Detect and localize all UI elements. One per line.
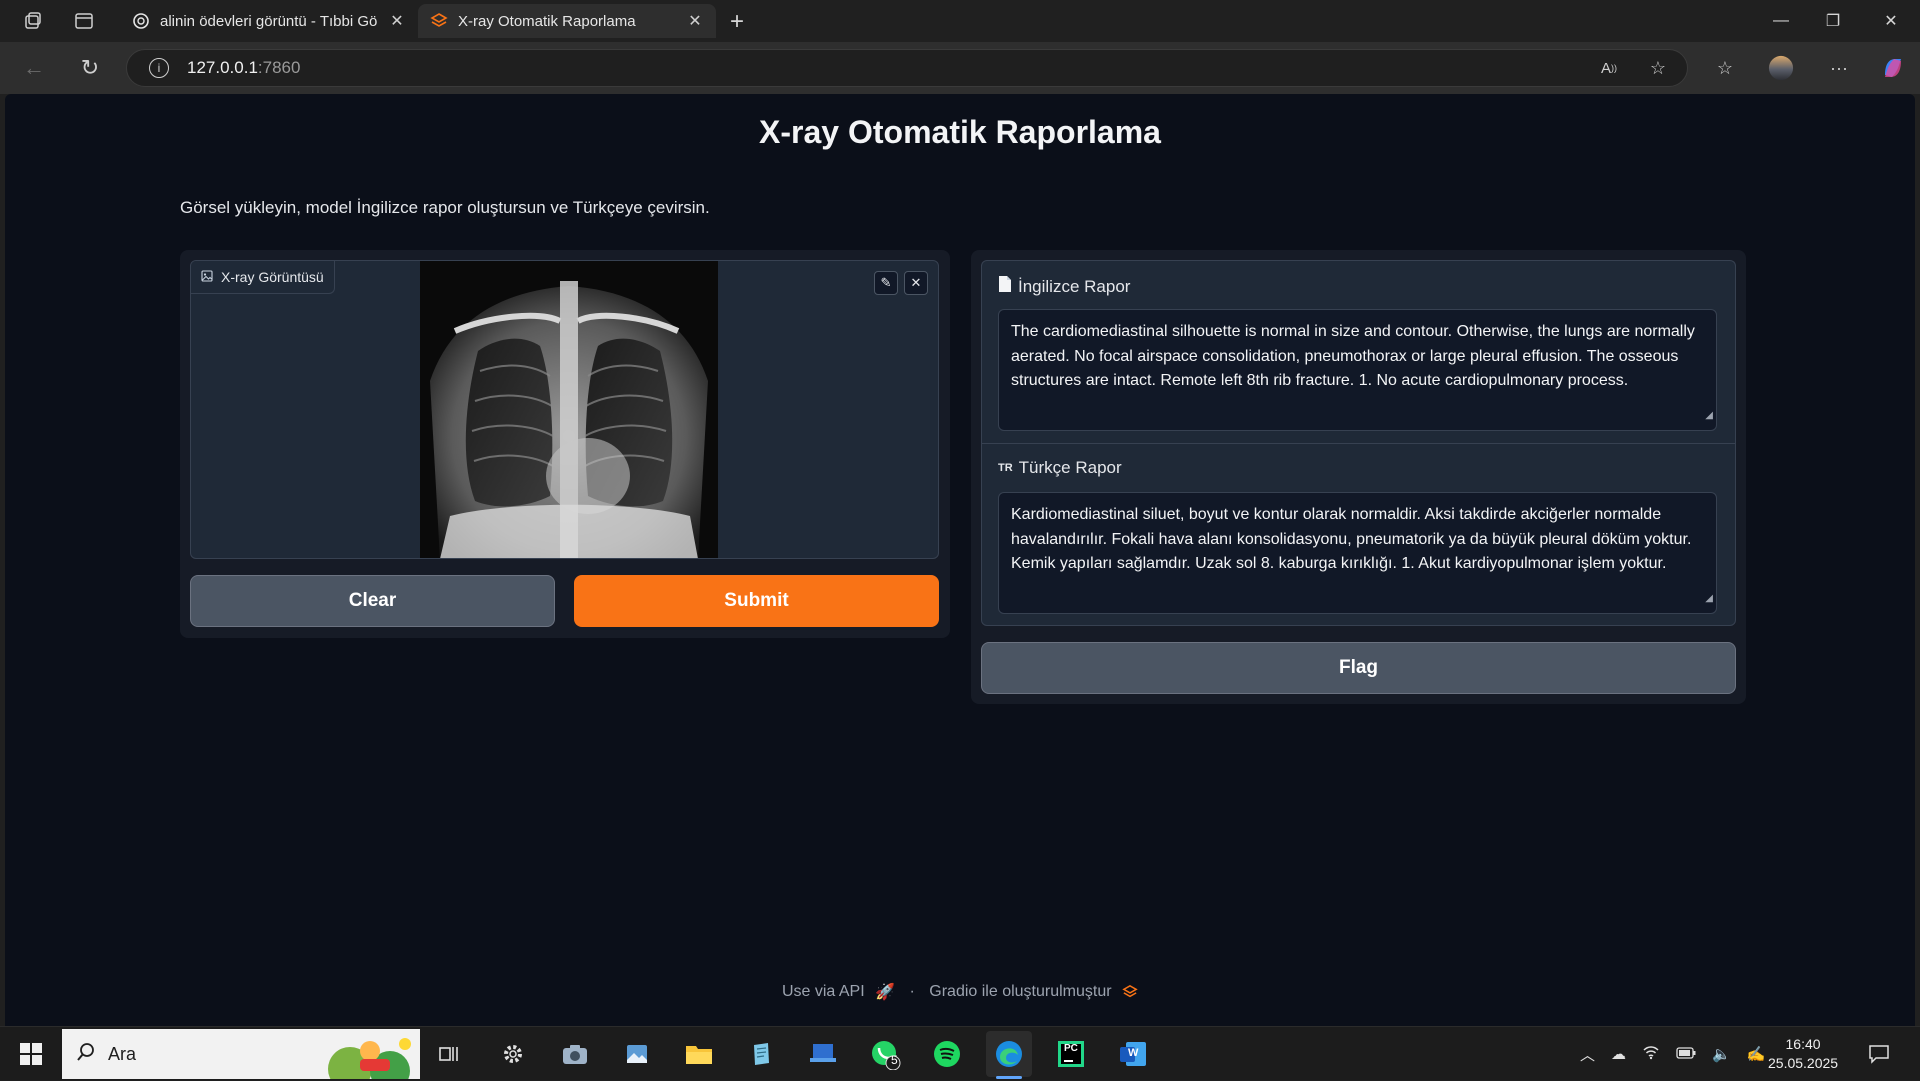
- turkish-report-text: Kardiomediastinal siluet, boyut ve kontu…: [1011, 506, 1692, 572]
- clear-button[interactable]: Clear: [190, 575, 555, 627]
- battery-icon[interactable]: [1676, 1046, 1696, 1063]
- site-info-icon[interactable]: i: [149, 58, 169, 78]
- url-port: :7860: [257, 58, 301, 77]
- spotify-icon[interactable]: [924, 1031, 970, 1077]
- rocket-icon: 🚀: [875, 984, 896, 1001]
- image-tools: ✎ ✕: [874, 271, 928, 295]
- gradio-app: X-ray Otomatik Raporlama Görsel yükleyin…: [5, 94, 1915, 1026]
- tab-title: X-ray Otomatik Raporlama: [458, 12, 636, 30]
- system-tray: ︿ ☁ 🔈 ✍: [1580, 1027, 1765, 1081]
- restore-icon[interactable]: ❐: [1804, 0, 1862, 42]
- more-menu-icon[interactable]: ···: [1826, 55, 1852, 81]
- image-input-label-text: X-ray Görüntüsü: [221, 269, 324, 285]
- back-icon[interactable]: ←: [20, 54, 48, 82]
- search-icon: [76, 1042, 96, 1067]
- vertical-tabs-icon[interactable]: [73, 10, 95, 32]
- image-icon: [201, 269, 213, 285]
- new-tab-icon[interactable]: +: [730, 8, 744, 36]
- notepad-icon[interactable]: [738, 1031, 784, 1077]
- favorites-icon[interactable]: ☆: [1712, 55, 1738, 81]
- tab-gemini[interactable]: alinin ödevleri görüntü - Tıbbi Gö ✕: [120, 4, 418, 38]
- edit-icon[interactable]: ✎: [874, 271, 898, 295]
- task-view-icon[interactable]: [426, 1031, 472, 1077]
- english-report-block: İngilizce Rapor The cardiomediastinal si…: [981, 260, 1736, 443]
- url-host: 127.0.0.1: [187, 58, 258, 77]
- english-report-label: İngilizce Rapor: [998, 275, 1130, 298]
- footer: Use via API 🚀 · Gradio ile oluşturulmuşt…: [5, 982, 1915, 1002]
- page-description: Görsel yükleyin, model İngilizce rapor o…: [180, 198, 710, 217]
- use-via-api-link[interactable]: Use via API: [782, 983, 865, 1000]
- resize-handle-icon[interactable]: ◢: [1705, 404, 1713, 429]
- address-bar: ← ↻ i 127.0.0.1:7860 A)) ☆ ☆ ···: [0, 42, 1920, 94]
- minimize-icon[interactable]: —: [1752, 0, 1810, 42]
- xray-image: [420, 261, 718, 558]
- taskbar-clock[interactable]: 16:40 25.05.2025: [1768, 1035, 1838, 1073]
- start-icon[interactable]: [8, 1031, 54, 1077]
- input-panel: X-ray Görüntüsü ✎ ✕ Clear Submit: [180, 250, 950, 638]
- settings-gear-icon[interactable]: [490, 1031, 536, 1077]
- close-icon[interactable]: ✕: [904, 271, 928, 295]
- search-highlight-image: [320, 1029, 420, 1079]
- english-report-textbox[interactable]: The cardiomediastinal silhouette is norm…: [998, 309, 1717, 431]
- gradio-icon: [430, 12, 448, 30]
- chevron-up-icon[interactable]: ︿: [1580, 1044, 1595, 1065]
- tr-flag-icon: TR: [998, 462, 1013, 474]
- word-icon[interactable]: W: [1110, 1031, 1156, 1077]
- close-window-icon[interactable]: ✕: [1862, 0, 1920, 42]
- xray-image-input[interactable]: X-ray Görüntüsü ✎ ✕: [190, 260, 939, 559]
- pycharm-label: PC: [1064, 1043, 1078, 1054]
- built-with-gradio-link[interactable]: Gradio ile oluşturulmuştur: [929, 983, 1111, 1000]
- document-icon: [998, 275, 1012, 298]
- photos-icon[interactable]: [614, 1031, 660, 1077]
- taskbar-search-input[interactable]: Ara: [62, 1029, 420, 1079]
- turkish-report-block: TR Türkçe Rapor Kardiomediastinal siluet…: [981, 443, 1736, 626]
- tab-xray[interactable]: X-ray Otomatik Raporlama ✕: [418, 4, 716, 38]
- refresh-icon[interactable]: ↻: [76, 54, 104, 82]
- tab-title: alinin ödevleri görüntü - Tıbbi Gö: [160, 12, 378, 30]
- search-placeholder: Ara: [108, 1043, 137, 1064]
- resize-handle-icon[interactable]: ◢: [1705, 587, 1713, 612]
- output-panel: İngilizce Rapor The cardiomediastinal si…: [971, 250, 1746, 704]
- whatsapp-icon[interactable]: 5: [862, 1031, 908, 1077]
- english-report-label-text: İngilizce Rapor: [1018, 276, 1131, 296]
- clock-time: 16:40: [1785, 1036, 1821, 1052]
- edge-icon[interactable]: [986, 1031, 1032, 1079]
- clock-date: 25.05.2025: [1768, 1055, 1839, 1071]
- gradio-logo-icon: [1122, 983, 1138, 1000]
- file-explorer-icon[interactable]: [676, 1031, 722, 1077]
- favorite-star-icon[interactable]: ☆: [1645, 55, 1671, 81]
- image-input-label: X-ray Görüntüsü: [191, 261, 335, 294]
- copilot-icon[interactable]: [1880, 55, 1906, 81]
- workspaces-icon[interactable]: [22, 10, 44, 32]
- turkish-report-label-text: Türkçe Rapor: [1018, 458, 1122, 477]
- read-aloud-icon[interactable]: A)): [1596, 55, 1622, 81]
- page-title: X-ray Otomatik Raporlama: [759, 114, 1161, 150]
- profile-avatar[interactable]: [1768, 55, 1794, 81]
- whatsapp-badge: 5: [891, 1053, 898, 1067]
- turkish-report-textbox[interactable]: Kardiomediastinal siluet, boyut ve kontu…: [998, 492, 1717, 614]
- pen-icon[interactable]: ✍: [1747, 1045, 1766, 1063]
- notifications-icon[interactable]: [1856, 1031, 1902, 1077]
- submit-button[interactable]: Submit: [574, 575, 939, 627]
- onedrive-icon[interactable]: ☁: [1611, 1045, 1626, 1063]
- openai-icon: [132, 12, 150, 30]
- turkish-report-label: TR Türkçe Rapor: [998, 458, 1122, 478]
- flag-button[interactable]: Flag: [981, 642, 1736, 694]
- pycharm-icon[interactable]: PC: [1048, 1031, 1094, 1077]
- english-report-text: The cardiomediastinal silhouette is norm…: [1011, 323, 1695, 389]
- footer-separator: ·: [909, 983, 915, 1000]
- close-tab-icon[interactable]: ✕: [388, 11, 406, 31]
- remote-desktop-icon[interactable]: [800, 1031, 846, 1077]
- browser-tab-bar: alinin ödevleri görüntü - Tıbbi Gö ✕ X-r…: [0, 0, 1920, 42]
- word-label: W: [1128, 1047, 1139, 1059]
- wifi-icon[interactable]: [1642, 1044, 1660, 1064]
- close-tab-icon[interactable]: ✕: [686, 11, 704, 31]
- url-field[interactable]: i 127.0.0.1:7860: [126, 49, 1688, 87]
- volume-icon[interactable]: 🔈: [1712, 1045, 1731, 1063]
- camera-icon[interactable]: [552, 1031, 598, 1077]
- windows-taskbar: Ara 5 PC W ︿ ☁ 🔈 ✍ 16:40 25.05.2025: [0, 1026, 1920, 1080]
